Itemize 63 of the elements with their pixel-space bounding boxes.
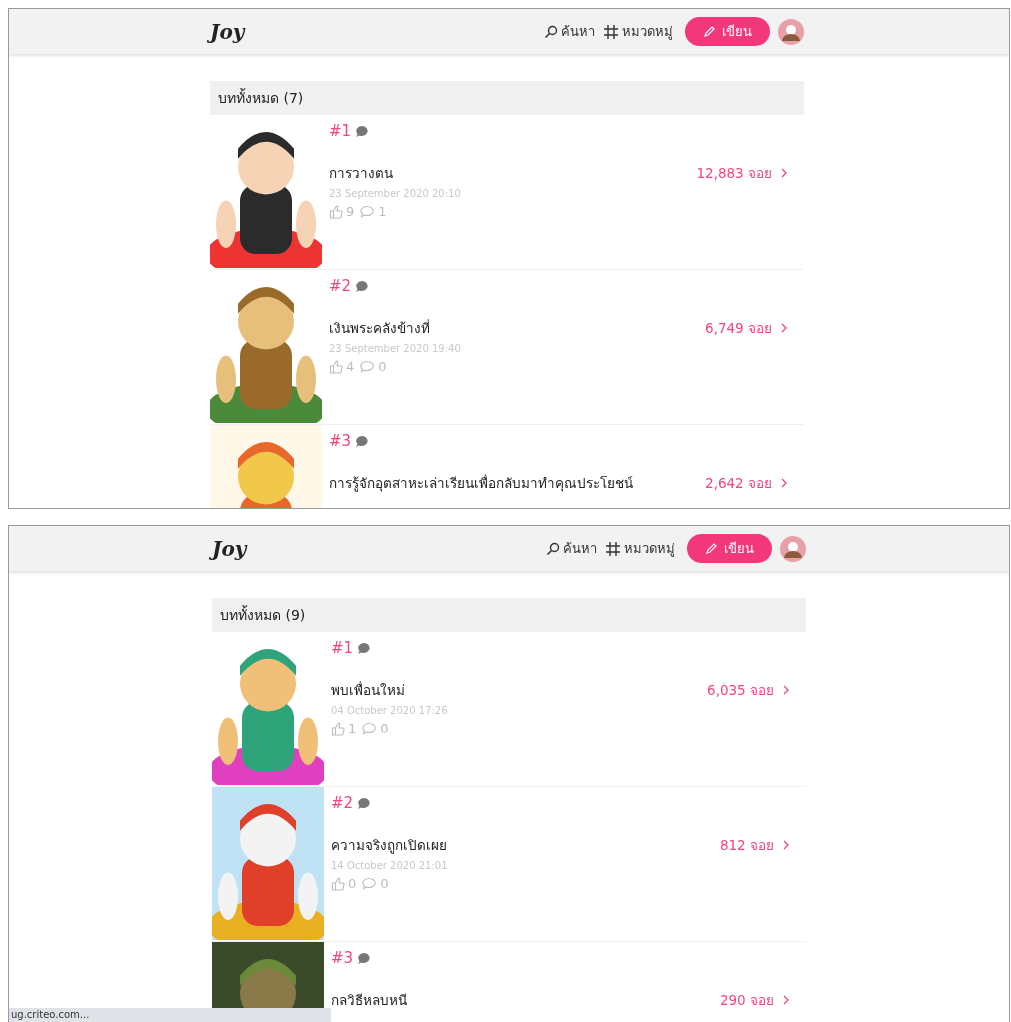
rank-number: #1 [331,639,354,657]
write-button[interactable]: เขียน [687,534,772,563]
comment-count: 1 [378,204,387,219]
chevron-right-icon [780,323,788,333]
speech-bubble-icon [355,124,370,138]
rank-number: #3 [329,432,352,450]
comment-count: 0 [378,359,387,374]
nav-link[interactable]: ค้นหา [544,21,595,42]
chevron-right-icon [780,168,788,178]
speech-bubble-icon [357,796,372,810]
speech-bubble-icon [357,641,372,655]
view-count[interactable]: 2,642 จอย [705,472,788,494]
chevron-right-icon [782,840,790,850]
comment-icon[interactable] [362,722,378,735]
chevron-right-icon [780,478,788,488]
chevron-right-icon [782,995,790,1005]
story-title[interactable]: ความจริงถูกเปิดเผย [331,834,447,856]
rank-number: #2 [329,277,352,295]
hashtag-icon [603,23,619,40]
search-icon [546,541,560,556]
pencil-icon [705,542,718,555]
speech-bubble-icon [355,279,370,293]
view-count[interactable]: 12,883 จอย [696,162,788,184]
comment-icon[interactable] [360,205,376,218]
speech-bubble-icon [357,951,372,965]
section-header: บททั้งหมด (7) [210,81,804,115]
nav-link[interactable]: หมวดหมู่ [605,538,675,559]
like-count: 0 [348,876,357,891]
story-title[interactable]: พบเพื่อนใหม่ [331,679,405,701]
comment-count: 0 [380,721,389,736]
thumbs-up-icon[interactable] [331,721,345,736]
story-title[interactable]: เงินพระคลังข้างที่ [329,317,430,339]
avatar-icon[interactable] [778,18,804,45]
pencil-icon [703,25,716,38]
like-count: 1 [348,721,357,736]
story-title[interactable]: การวางตน [329,162,393,184]
avatar-icon[interactable] [780,535,806,562]
write-button[interactable]: เขียน [685,17,770,46]
thumbs-up-icon[interactable] [331,876,345,891]
like-count: 4 [346,359,355,374]
hashtag-icon [605,540,621,557]
story-title[interactable]: การรู้จักอุตสาหะเล่าเรียนเพื่อกลับมาทำคุณประโยชน์ [329,472,633,494]
nav-link[interactable]: หมวดหมู่ [603,21,673,42]
status-bar: ug.criteo.com... [9,1008,331,1022]
rank-number: #1 [329,122,352,140]
like-count: 9 [346,204,355,219]
speech-bubble-icon [355,434,370,448]
view-count[interactable]: 6,035 จอย [707,679,790,701]
chevron-right-icon [782,685,790,695]
view-count[interactable]: 6,749 จอย [705,317,788,339]
thumbs-up-icon[interactable] [329,359,343,374]
view-count[interactable]: 812 จอย [719,834,790,856]
nav-link[interactable]: ค้นหา [546,538,597,559]
section-header: บททั้งหมด (9) [212,598,806,632]
view-count[interactable]: 290 จอย [719,989,790,1011]
rank-number: #3 [331,949,354,967]
comment-count: 0 [380,876,389,891]
comment-icon[interactable] [360,360,376,373]
rank-number: #2 [331,794,354,812]
search-icon [544,24,558,39]
story-title[interactable]: กลวิธีหลบหนี [331,989,407,1011]
thumbs-up-icon[interactable] [329,204,343,219]
comment-icon[interactable] [362,877,378,890]
